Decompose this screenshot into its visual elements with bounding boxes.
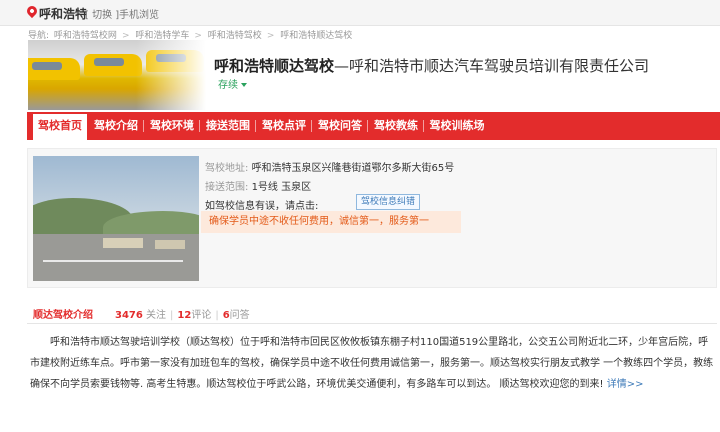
pickup-row: 接送范围: 1号线 玉泉区 xyxy=(205,178,311,193)
follow-count: 3476 xyxy=(115,310,143,321)
tab-intro[interactable]: 驾校介绍 xyxy=(89,112,143,140)
intro-stats: 3476 关注 | 12评论 | 6问答 xyxy=(115,310,250,321)
promise-notice: 确保学员中途不收任何费用，诚信第一，服务第一 xyxy=(201,211,461,233)
page-title: 呼和浩特顺达驾校—呼和浩特市顺达汽车驾驶员培训有限责任公司 xyxy=(214,55,649,76)
company-name: —呼和浩特市顺达汽车驾驶员培训有限责任公司 xyxy=(334,57,650,75)
header-banner-image xyxy=(28,40,206,110)
breadcrumb-link[interactable]: 呼和浩特驾校 xyxy=(208,31,262,41)
tab-training-ground[interactable]: 驾校训练场 xyxy=(425,112,489,140)
tab-pickup[interactable]: 接送范围 xyxy=(201,112,255,140)
top-bar: 呼和浩特 [ 切换 ] 手机浏览 xyxy=(0,0,720,26)
caret-down-icon xyxy=(241,83,247,87)
address-row: 驾校地址: 呼和浩特玉泉区兴隆巷街道鄂尔多斯大街65号 xyxy=(205,159,454,174)
switch-city-link[interactable]: [ 切换 ] xyxy=(85,6,119,21)
school-info-panel: 驾校地址: 呼和浩特玉泉区兴隆巷街道鄂尔多斯大街65号 接送范围: 1号线 玉泉… xyxy=(27,148,717,288)
intro-title: 顺达驾校介绍 xyxy=(33,310,93,321)
pickup-value: 1号线 玉泉区 xyxy=(251,182,312,193)
current-city: 呼和浩特 xyxy=(39,7,88,21)
tab-coaches[interactable]: 驾校教练 xyxy=(369,112,423,140)
school-name: 呼和浩特顺达驾校 xyxy=(214,57,335,75)
main-nav: 驾校首页 驾校介绍 驾校环境 接送范围 驾校点评 驾校问答 驾校教练 驾校训练场 xyxy=(27,112,720,140)
tab-home[interactable]: 驾校首页 xyxy=(33,112,87,140)
status-label: 存续 xyxy=(218,80,238,91)
intro-header: 顺达驾校介绍 3476 关注 | 12评论 | 6问答 xyxy=(27,304,717,324)
question-count: 6 xyxy=(222,310,230,321)
school-photo[interactable] xyxy=(33,156,199,281)
comment-label: 评论 xyxy=(191,310,212,321)
mobile-view-link[interactable]: 手机浏览 xyxy=(119,6,159,21)
details-link[interactable]: 详情>> xyxy=(607,379,644,390)
follow-label: 关注 xyxy=(146,310,167,321)
question-label: 问答 xyxy=(229,310,250,321)
comment-count: 12 xyxy=(177,310,192,321)
tab-qa[interactable]: 驾校问答 xyxy=(313,112,367,140)
address-label: 驾校地址: xyxy=(205,163,249,174)
tab-environment[interactable]: 驾校环境 xyxy=(145,112,199,140)
tab-reviews[interactable]: 驾校点评 xyxy=(257,112,311,140)
error-report-row: 如驾校信息有误，请点击: xyxy=(205,197,318,212)
breadcrumb-current: 呼和浩特顺达驾校 xyxy=(280,31,353,41)
pickup-label: 接送范围: xyxy=(205,182,249,193)
status-dropdown[interactable]: 存续 xyxy=(218,76,247,91)
report-error-button[interactable]: 驾校信息纠错 xyxy=(356,194,421,210)
intro-paragraph: 呼和浩特市顺达驾驶培训学校（顺达驾校）位于呼和浩特市回民区攸攸板镇东棚子村110… xyxy=(30,332,718,395)
address-value: 呼和浩特玉泉区兴隆巷街道鄂尔多斯大街65号 xyxy=(251,163,455,174)
location-pin-icon xyxy=(24,3,40,19)
